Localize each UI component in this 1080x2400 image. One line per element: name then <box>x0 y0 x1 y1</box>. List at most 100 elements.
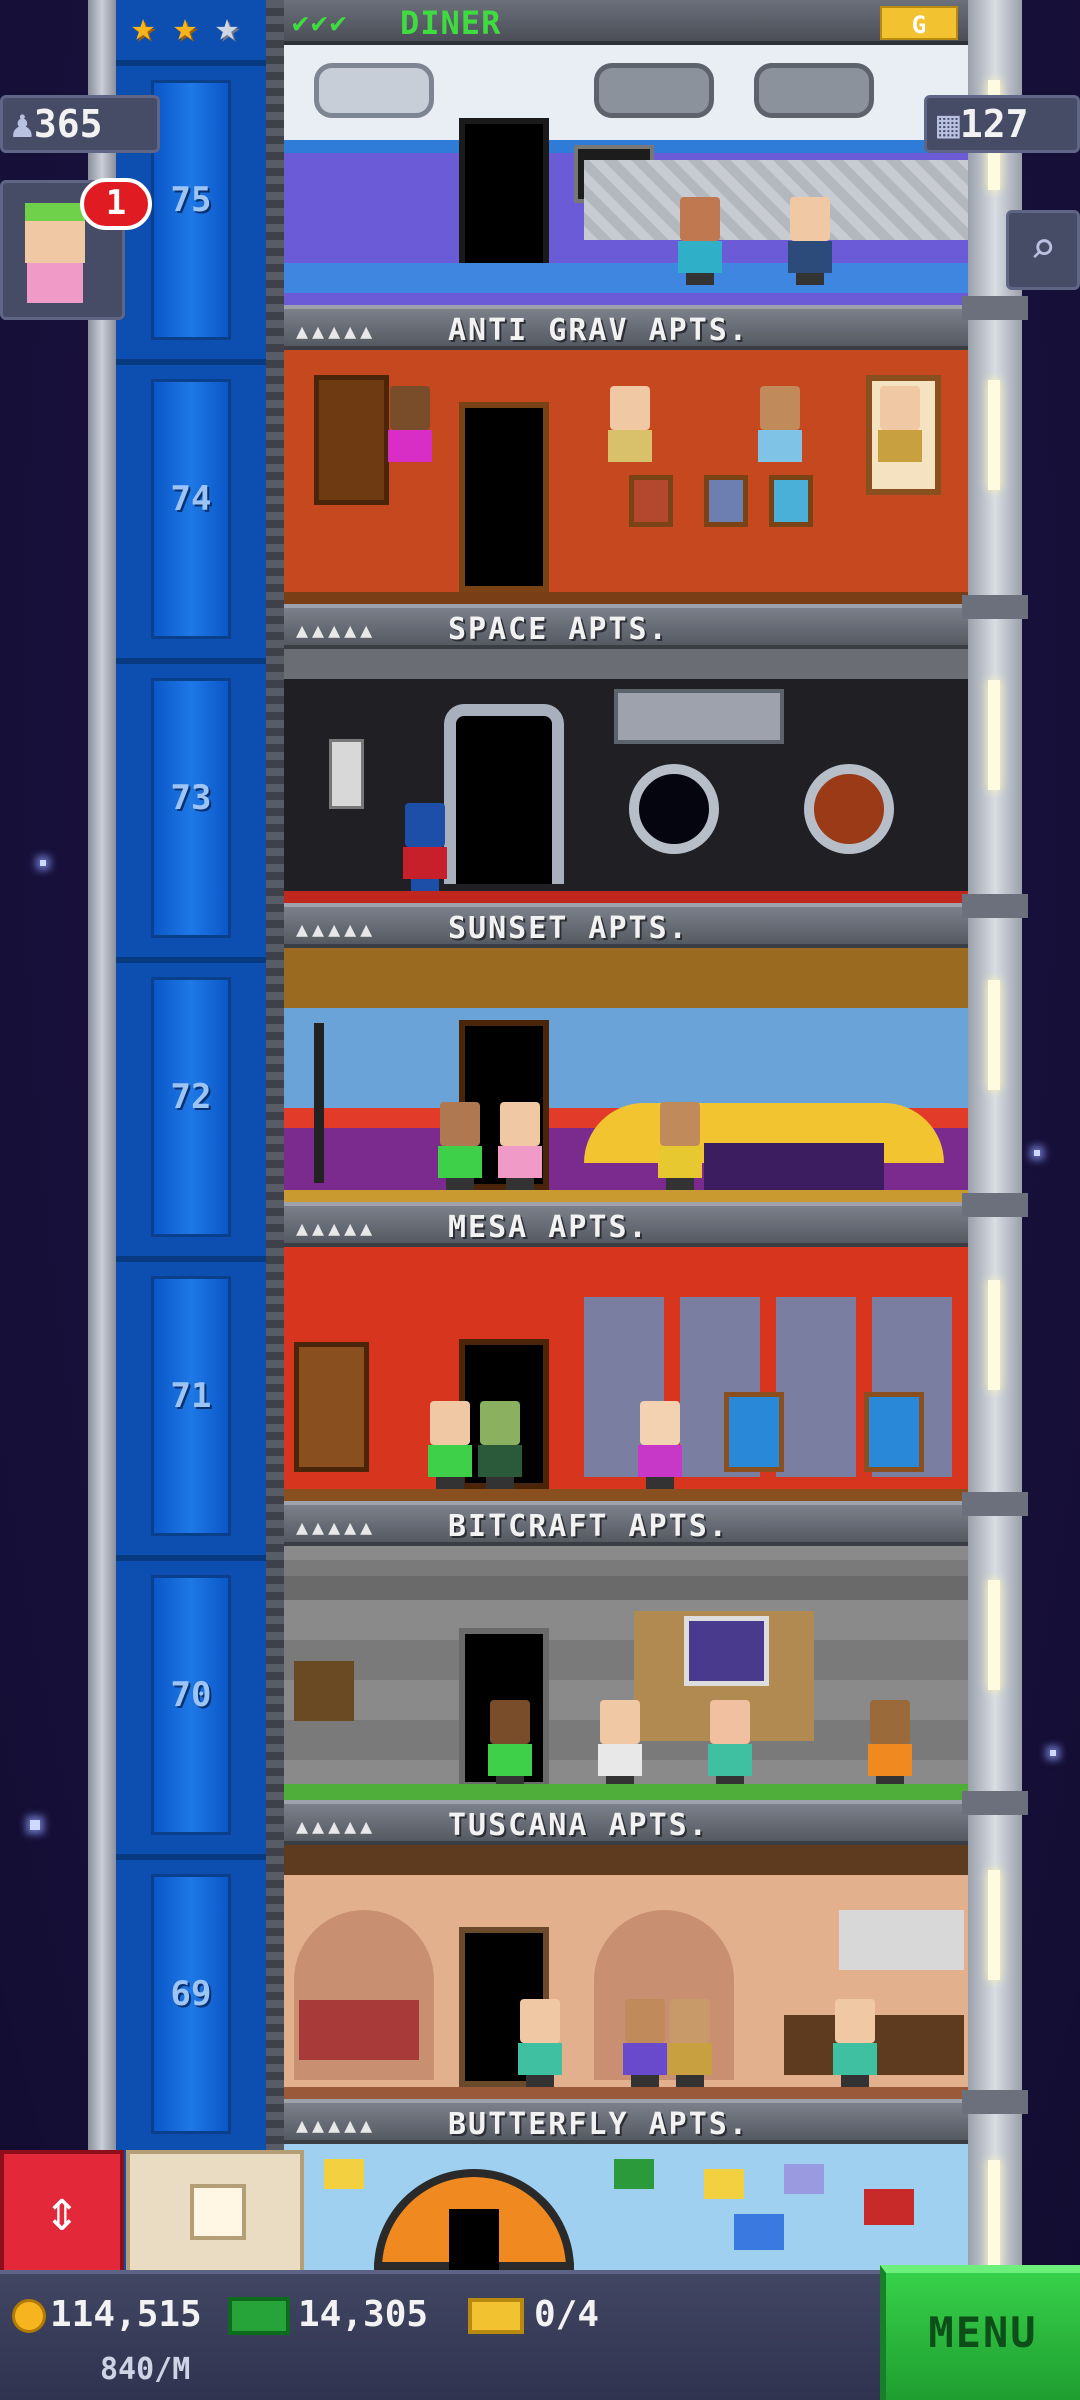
resident[interactable] <box>494 1102 546 1190</box>
floor-anti-grav-apts[interactable]: ▲▲▲▲▲ ANTI GRAV APTS. <box>284 305 968 604</box>
floor-space-apts[interactable]: ▲▲▲▲▲ SPACE APTS. <box>284 604 968 903</box>
residents-indicator: ▲▲▲▲▲ <box>296 1515 377 1539</box>
tickets-display: 0/4 <box>468 2294 599 2335</box>
elevator-floor-segment: 74 <box>116 359 266 658</box>
residents-indicator: ▲▲▲▲▲ <box>296 917 377 941</box>
floor-butterfly-apts[interactable]: ▲▲▲▲▲ BUTTERFLY APTS. <box>284 2099 968 2270</box>
tower-connector <box>962 894 1028 918</box>
tower-light <box>988 2160 1000 2270</box>
background-star <box>40 860 46 866</box>
floor-counter: ▦127 <box>924 95 1080 153</box>
menu-button[interactable]: MENU <box>880 2265 1080 2400</box>
residents-indicator: ▲▲▲▲▲ <box>296 319 377 343</box>
floor-tuscana-apts[interactable]: ▲▲▲▲▲ TUSCANA APTS. <box>284 1800 968 2099</box>
residents-indicator: ▲▲▲▲▲ <box>296 1814 377 1838</box>
resident[interactable] <box>434 1102 486 1190</box>
floor-label-bar: ▲▲▲▲▲ SUNSET APTS. <box>284 903 968 948</box>
resident[interactable] <box>829 1999 881 2087</box>
floor-label-bar: ▲▲▲▲▲ SPACE APTS. <box>284 604 968 649</box>
resident[interactable] <box>594 1700 646 1788</box>
coins-display: 114,515 <box>12 2294 202 2335</box>
floor-name: TUSCANA APTS. <box>448 1808 709 1843</box>
floor-mesa-apts[interactable]: ▲▲▲▲▲ MESA APTS. <box>284 1202 968 1501</box>
floor-bitcraft-apts[interactable]: ▲▲▲▲▲ BITCRAFT APTS. <box>284 1501 968 1800</box>
floating-resident[interactable] <box>604 386 656 474</box>
diner-label-bar[interactable]: ✔✔✔ DINER G <box>284 0 968 45</box>
floor-name: MESA APTS. <box>448 1210 649 1245</box>
tower-light <box>988 380 1000 490</box>
elevator-shaft[interactable]: 75 74 73 72 71 70 69 <box>116 0 266 2270</box>
floor-label-bar: ▲▲▲▲▲ TUSCANA APTS. <box>284 1800 968 1845</box>
resident[interactable] <box>654 1102 706 1190</box>
floating-resident[interactable] <box>384 386 436 474</box>
tower-connector <box>962 2090 1028 2114</box>
resident[interactable] <box>424 1401 476 1489</box>
tickets-value: 0/4 <box>534 2294 600 2335</box>
apartment-door <box>459 402 549 592</box>
income-rate: 840/M <box>100 2352 191 2387</box>
floor-badge: G <box>880 6 958 40</box>
elevator-floor-segment: 73 <box>116 658 266 957</box>
gold-star-icon: ★ <box>172 4 198 50</box>
floor-sunset-apts[interactable]: ▲▲▲▲▲ SUNSET APTS. <box>284 903 968 1202</box>
floor-label-bar: ▲▲▲▲▲ MESA APTS. <box>284 1202 968 1247</box>
floor-diner[interactable] <box>284 45 968 305</box>
floor-name: SUNSET APTS. <box>448 911 689 946</box>
resident[interactable] <box>634 1401 686 1489</box>
coins-value: 114,515 <box>50 2294 202 2335</box>
elevator-floor-segment: 69 <box>116 1854 266 2153</box>
population-counter: ♟365 <box>0 95 160 153</box>
person-icon: ♟ <box>11 102 34 146</box>
notification-badge: 1 <box>80 178 152 230</box>
floor-name: BITCRAFT APTS. <box>448 1509 729 1544</box>
build-box-icon[interactable] <box>126 2150 304 2274</box>
floor-count-value: 127 <box>959 102 1029 146</box>
elevator-floor-number: 71 <box>170 1376 212 1416</box>
elevator-floor-number: 73 <box>170 778 212 818</box>
tower-light <box>988 680 1000 790</box>
resident[interactable] <box>484 1700 536 1788</box>
resident[interactable] <box>864 1700 916 1788</box>
tower-rating-stars: ★ ★ ★ <box>122 6 248 48</box>
elevator-floor-segment: 70 <box>116 1555 266 1854</box>
floor-name: SPACE APTS. <box>448 612 669 647</box>
tower-connector <box>962 1791 1028 1815</box>
resident[interactable] <box>674 197 726 285</box>
tower-connector <box>962 296 1028 320</box>
tower-light <box>988 1280 1000 1390</box>
tower-light <box>988 980 1000 1090</box>
resident[interactable] <box>784 197 836 285</box>
residents-indicator: ▲▲▲▲▲ <box>296 1216 377 1240</box>
elevator-floor-segment: 72 <box>116 957 266 1256</box>
tower-bux-icon <box>228 2297 290 2335</box>
resident[interactable] <box>514 1999 566 2087</box>
building-icon: ▦ <box>937 102 960 146</box>
resident[interactable] <box>399 803 451 891</box>
population-value: 365 <box>33 102 103 146</box>
resident[interactable] <box>474 1401 526 1489</box>
floating-resident[interactable] <box>754 386 806 474</box>
elevator-updown-icon[interactable]: ⇕ <box>0 2150 124 2274</box>
gold-star-icon: ★ <box>130 4 156 50</box>
visitor-avatar <box>25 203 85 263</box>
residents-indicator: ▲▲▲▲▲ <box>296 2113 377 2137</box>
floor-name: ANTI GRAV APTS. <box>448 313 749 348</box>
background-star <box>1050 1750 1056 1756</box>
background-star <box>30 1820 40 1830</box>
floor-label-bar: ▲▲▲▲▲ BITCRAFT APTS. <box>284 1501 968 1546</box>
bux-display: 14,305 <box>228 2294 428 2335</box>
floating-resident[interactable] <box>874 386 926 474</box>
search-magnifier-icon[interactable]: ⌕ <box>1006 210 1080 290</box>
tower-connector <box>962 1193 1028 1217</box>
tower-connector <box>962 1492 1028 1516</box>
elevator-floor-number: 70 <box>170 1675 212 1715</box>
resident[interactable] <box>704 1700 756 1788</box>
tower-connector <box>962 595 1028 619</box>
floor-label-bar: ▲▲▲▲▲ BUTTERFLY APTS. <box>284 2099 968 2144</box>
bux-value: 14,305 <box>298 2294 429 2335</box>
residents-indicator: ▲▲▲▲▲ <box>296 618 377 642</box>
background-star <box>1034 1150 1040 1156</box>
resident[interactable] <box>664 1999 716 2087</box>
check-icons: ✔✔✔ <box>292 6 349 39</box>
elevator-floor-number: 69 <box>170 1974 212 2014</box>
